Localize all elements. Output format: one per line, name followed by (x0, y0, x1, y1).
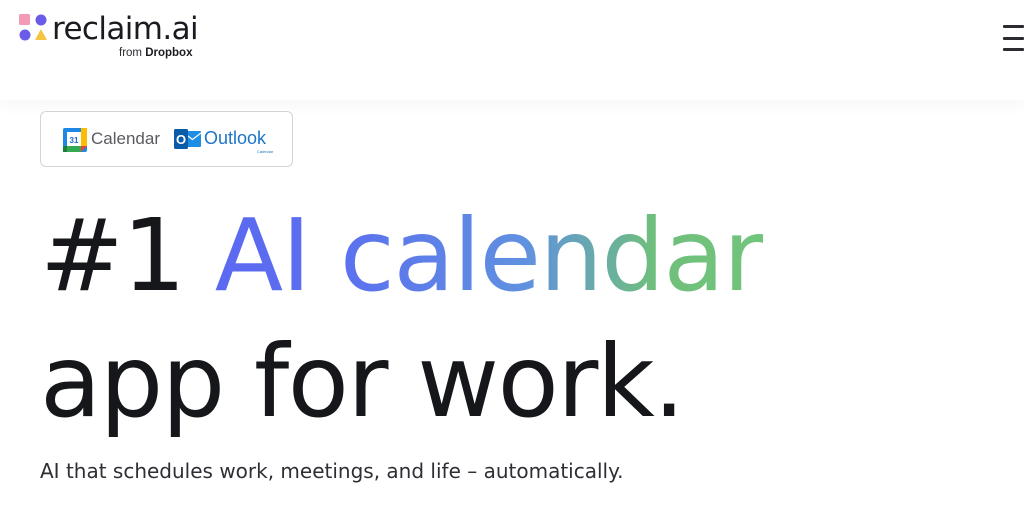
google-calendar-day: 31 (70, 136, 79, 145)
google-calendar-label: Calendar (91, 129, 160, 148)
outlook-label: Outlook (204, 128, 267, 148)
outlook-icon-letter: O (176, 132, 186, 147)
menu-bar (1003, 25, 1024, 28)
hero-headline: #1 AI calendar app for work. (40, 193, 1000, 445)
menu-bar (1003, 48, 1024, 51)
menu-bar (1003, 36, 1024, 40)
outlook-icon: O (174, 129, 201, 149)
integrations-badge: 31 Calendar O Outlook Calendar (40, 111, 293, 167)
hero-subtitle: AI that schedules work, meetings, and li… (40, 459, 624, 483)
hamburger-menu-icon[interactable] (1003, 25, 1024, 51)
outlook-sublabel: Calendar (257, 149, 274, 154)
brand-parent-name: Dropbox (145, 47, 193, 59)
reclaim-logo-icon (19, 14, 47, 41)
hero-headline-line-1: #1 AI calendar (40, 193, 1000, 319)
hero-headline-prefix: #1 (40, 197, 186, 314)
brand-parent-line: from Dropbox (119, 47, 192, 59)
brand-name: reclaim.ai (52, 11, 199, 47)
site-header: reclaim.ai from Dropbox (0, 0, 1024, 100)
brand-from-label: from (119, 47, 142, 59)
reclaim-logo[interactable]: reclaim.ai from Dropbox (18, 10, 218, 62)
hero-headline-gradient-text: AI calendar (214, 197, 765, 314)
google-calendar-icon: 31 (63, 128, 87, 152)
hero-headline-line-2: app for work. (40, 323, 685, 440)
